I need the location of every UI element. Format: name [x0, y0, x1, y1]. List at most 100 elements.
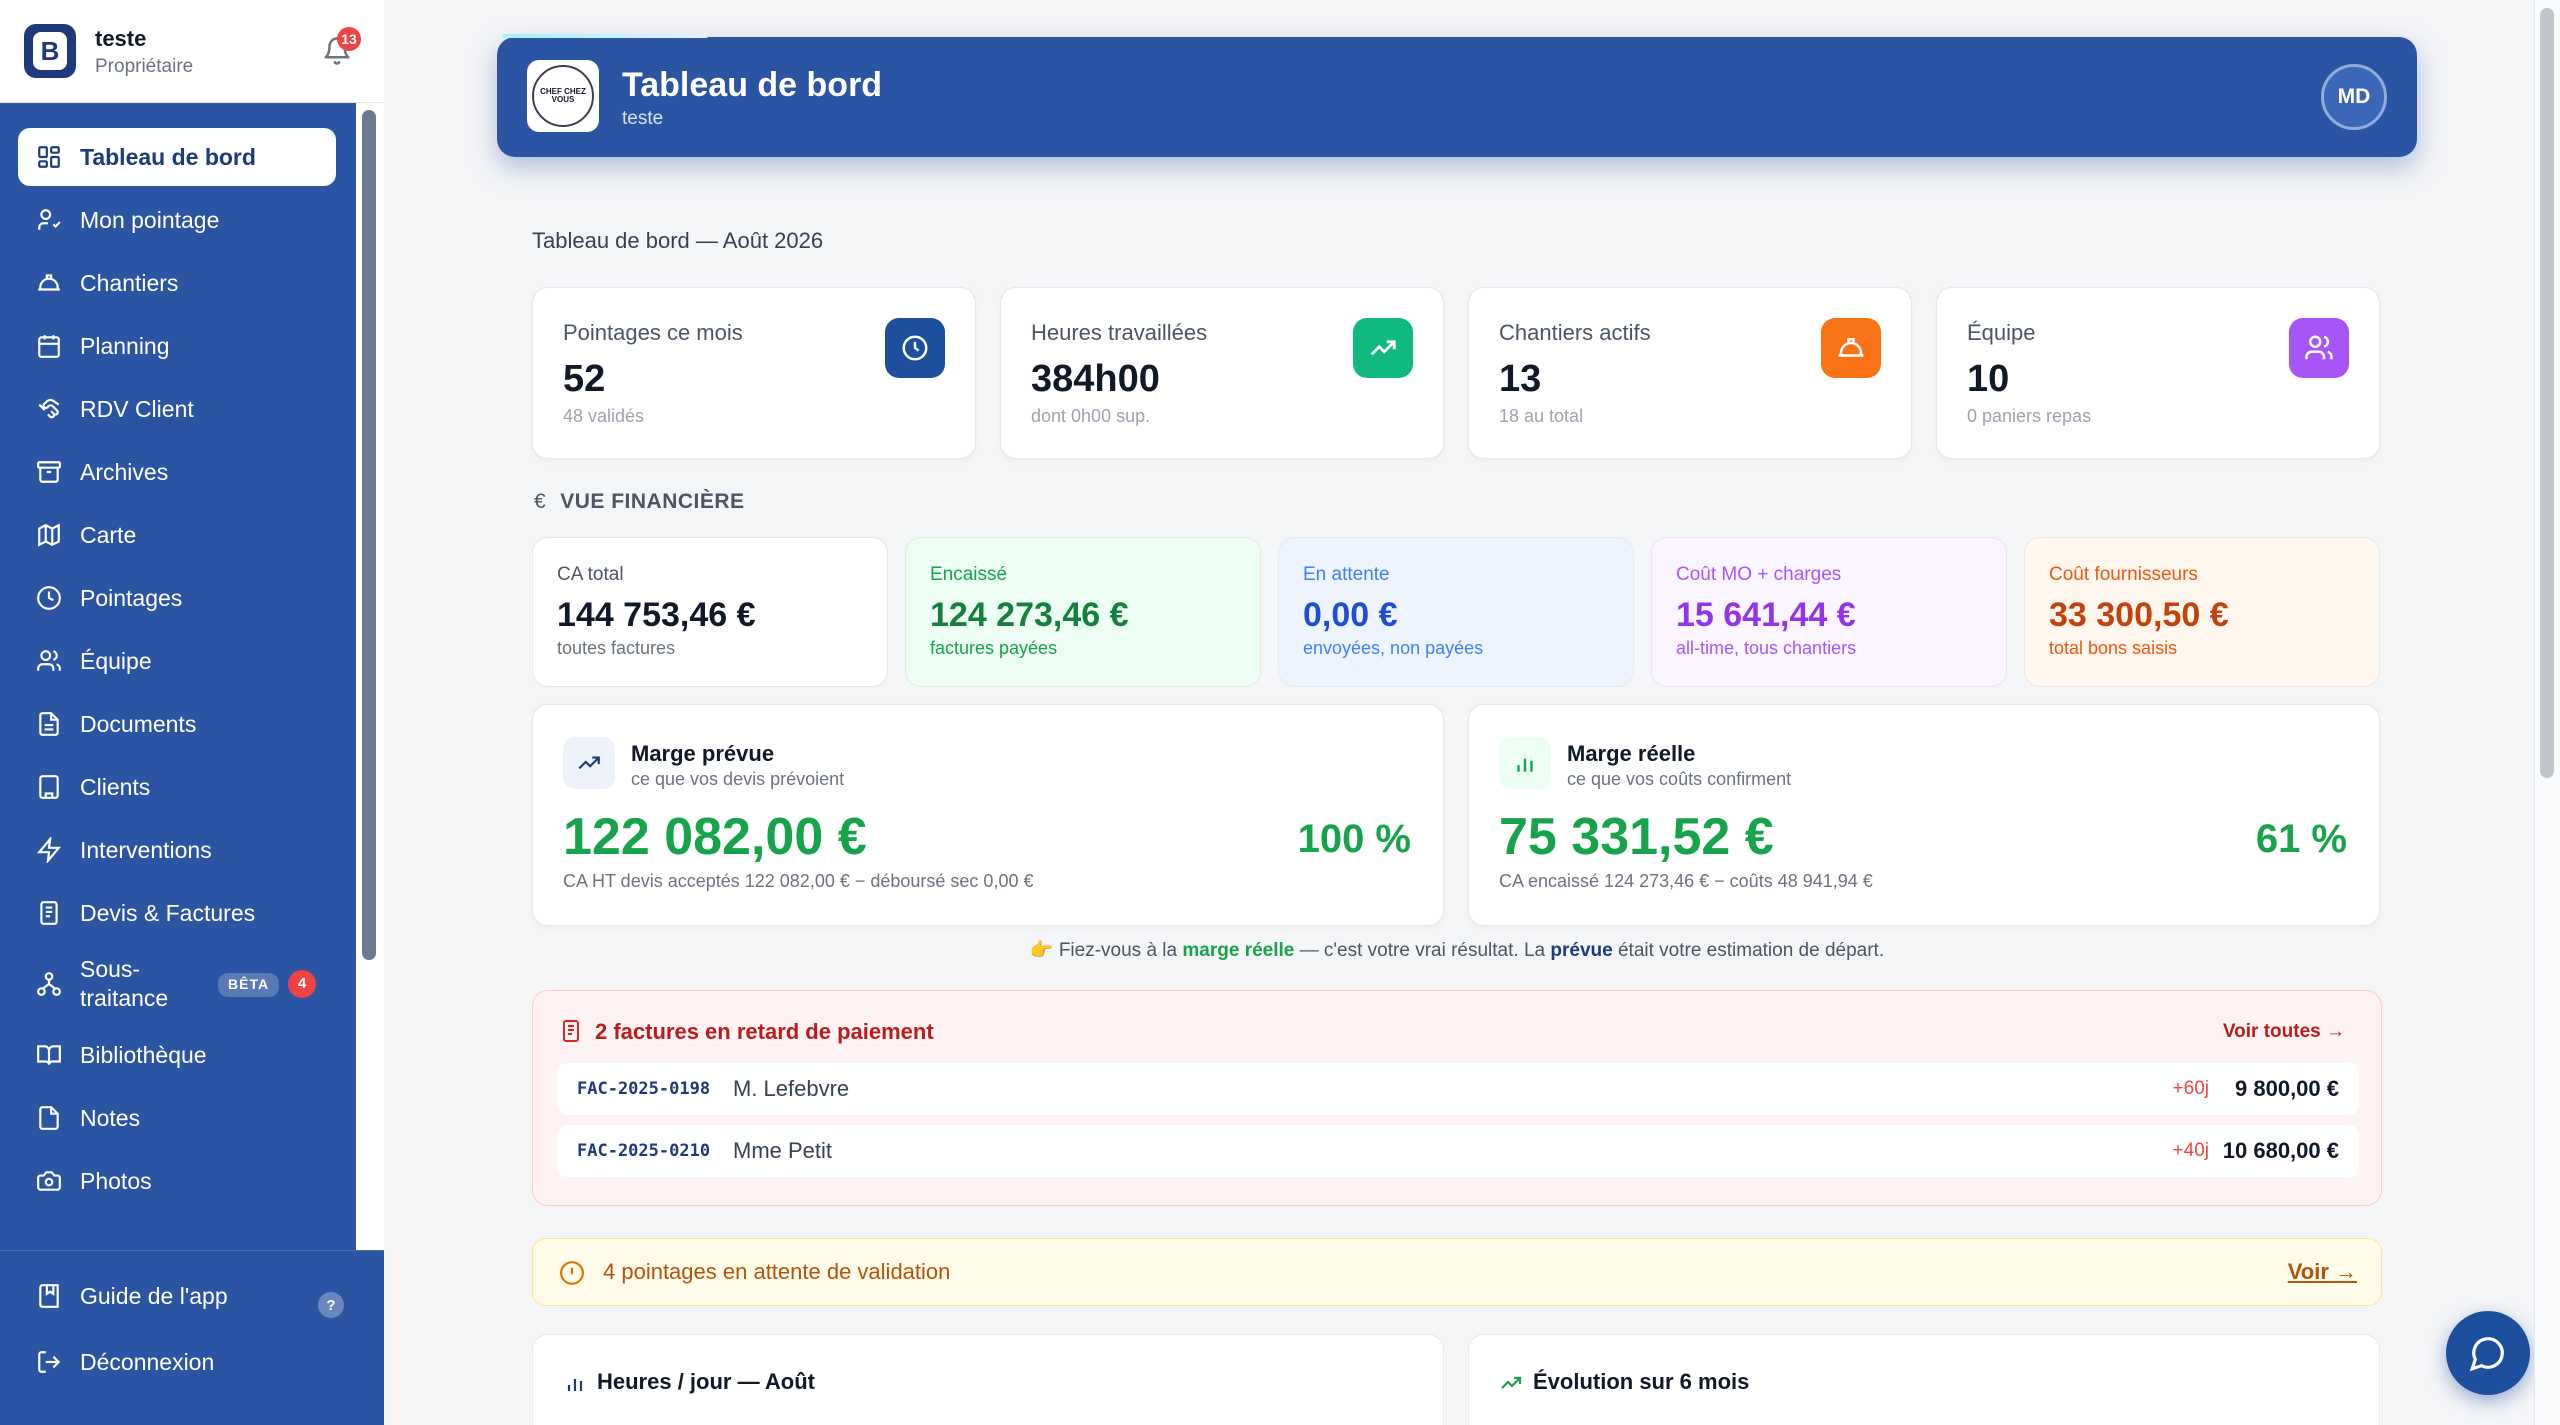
sidebar-item-pointages[interactable]: Pointages: [18, 569, 336, 627]
marge-value: 122 082,00 €: [563, 808, 867, 866]
sidebar-item-label: Archives: [80, 458, 169, 485]
sidebar-item-carte[interactable]: Carte: [18, 506, 336, 564]
hint-text: était votre estimation de départ.: [1617, 940, 1885, 961]
finance-card-sub: all-time, tous chantiers: [1676, 638, 1857, 658]
book-bookmark-icon: [39, 1284, 59, 1308]
sidebar-item-planning[interactable]: Planning: [18, 317, 336, 375]
finance-heading-text: VUE FINANCIÈRE: [560, 490, 745, 513]
sidebar-item-documents[interactable]: Documents: [18, 695, 336, 753]
document-icon: [39, 712, 59, 736]
chat-button[interactable]: [2446, 1311, 2530, 1395]
kpi-sub: dont 0h00 sup.: [1031, 406, 1151, 426]
company-logo-text: CHEF CHEZ VOUS: [532, 65, 594, 127]
pending-text: 4 pointages en attente de validation: [603, 1259, 951, 1284]
logout-icon: [38, 1351, 61, 1373]
page-title: Tableau de bord: [622, 66, 883, 104]
table-row[interactable]: FAC-2025-0198 M. Lefebvre +60j 9 800,00 …: [557, 1063, 2359, 1115]
sidebar-scrollbar[interactable]: [362, 110, 376, 960]
invoice-days-late: +40j: [2172, 1140, 2209, 1161]
sidebar-item-photos[interactable]: Photos: [18, 1152, 336, 1210]
invoice-client: Mme Petit: [733, 1138, 833, 1163]
finance-card-sub: toutes factures: [557, 638, 676, 658]
calendar-icon: [38, 335, 60, 358]
sidebar-item-chantiers[interactable]: Chantiers: [18, 254, 336, 312]
sous-traitance-badge: 4: [288, 970, 316, 998]
hint-text: — c'est votre vrai résultat. La: [1299, 940, 1546, 961]
finance-card: En attente 0,00 € envoyées, non payées: [1278, 537, 1634, 687]
kpi-label: Équipe: [1967, 320, 2036, 345]
marge-sub: ce que vos devis prévoient: [631, 769, 845, 789]
sidebar-item-archives[interactable]: Archives: [18, 443, 336, 501]
bar-chart-icon: [1499, 737, 1551, 789]
kpi-heures[interactable]: Heures travaillées 384h00 dont 0h00 sup.: [1000, 287, 1444, 459]
finance-card-label: Coût MO + charges: [1676, 564, 1842, 585]
sidebar-item-devis-factures[interactable]: Devis & Factures: [18, 884, 336, 942]
marge-sub: ce que vos coûts confirment: [1567, 769, 1792, 789]
user-name: teste: [95, 26, 147, 51]
sidebar-item-notes[interactable]: Notes: [18, 1089, 336, 1147]
finance-card-value: 144 753,46 €: [557, 596, 756, 634]
kpi-pointages[interactable]: Pointages ce mois 52 48 validés: [532, 287, 976, 459]
app-logo[interactable]: B: [24, 24, 76, 78]
see-pending-link[interactable]: Voir →: [2288, 1259, 2357, 1285]
alert-circle-icon: [560, 1261, 584, 1285]
marge-detail: CA HT devis acceptés 122 082,00 € − débo…: [563, 871, 1034, 891]
late-invoices-title: 2 factures en retard de paiement: [595, 1019, 934, 1044]
pending-pointages-banner: 4 pointages en attente de validation Voi…: [532, 1238, 2382, 1306]
sidebar-item-clients[interactable]: Clients: [18, 758, 336, 816]
camera-icon: [37, 1171, 61, 1191]
sidebar-item-sous-traitance[interactable]: Sous- traitance BÊTA 4: [18, 947, 336, 1021]
guide-link[interactable]: Guide de l'app: [18, 1267, 336, 1325]
logout-label: Déconnexion: [80, 1348, 215, 1375]
beta-tag: BÊTA: [218, 973, 280, 997]
kpi-chantiers[interactable]: Chantiers actifs 13 18 au total: [1468, 287, 1912, 459]
page-subtitle: teste: [622, 108, 664, 129]
receipt-icon: [563, 1020, 579, 1042]
sidebar-item-label: Notes: [80, 1104, 141, 1131]
finance-card: Coût MO + charges 15 641,44 € all-time, to…: [1651, 537, 2007, 687]
sidebar-item-label: Bibliothèque: [80, 1041, 207, 1068]
finance-heading: € VUE FINANCIÈRE: [534, 490, 745, 514]
table-row[interactable]: FAC-2025-0210 Mme Petit +40j 10 680,00 €: [557, 1125, 2359, 1177]
marge-hint: 👉 Fiez-vous à la marge réelle — c'est vo…: [532, 938, 2382, 962]
kpi-label: Pointages ce mois: [563, 320, 743, 345]
sidebar-nav: Tableau de bord Mon pointage Chantiers P…: [0, 103, 356, 1250]
helmet-icon: [1821, 318, 1881, 378]
helmet-icon: [38, 274, 60, 291]
marge-pct: 61 %: [2255, 817, 2347, 861]
finance-card-label: Coût fournisseurs: [2049, 564, 2198, 585]
invoice-number: FAC-2025-0210: [577, 1141, 711, 1161]
sidebar-item-label: Mon pointage: [80, 206, 220, 233]
page-scrollbar[interactable]: [2540, 8, 2554, 778]
trend-up-icon: [1501, 1376, 1522, 1389]
see-all-link[interactable]: Voir toutes →: [2223, 1021, 2345, 1043]
invoice-amount: 10 680,00 €: [2222, 1138, 2339, 1163]
sidebar-item-interventions[interactable]: Interventions: [18, 821, 336, 879]
marge-reelle-card: Marge réelle ce que vos coûts confirment…: [1468, 704, 2380, 926]
guide-label: Guide de l'app: [80, 1282, 228, 1309]
bolt-icon: [36, 837, 62, 863]
sidebar-item-rdv-client[interactable]: RDV Client: [18, 380, 336, 438]
pointing-emoji: 👉: [1029, 940, 1054, 961]
euro-icon: €: [534, 490, 547, 513]
trend-up-icon: [563, 737, 615, 789]
avatar[interactable]: MD: [2321, 64, 2387, 130]
sidebar-item-bibliotheque[interactable]: Bibliothèque: [18, 1026, 336, 1084]
company-logo: CHEF CHEZ VOUS: [527, 60, 599, 132]
sidebar-item-dashboard[interactable]: Tableau de bord: [18, 128, 336, 186]
marge-title: Marge réelle: [1567, 741, 1696, 766]
header-accent-line: [502, 34, 708, 38]
sidebar-item-equipe[interactable]: Équipe: [18, 632, 336, 690]
sidebar-item-mon-pointage[interactable]: Mon pointage: [18, 191, 336, 249]
marge-title: Marge prévue: [631, 741, 775, 766]
sidebar-item-label: Documents: [80, 710, 197, 737]
finance-card: Coût fournisseurs 33 300,50 € total bons s…: [2024, 537, 2380, 687]
marge-value: 75 331,52 €: [1499, 808, 1774, 866]
kpi-equipe[interactable]: Équipe 10 0 paniers repas: [1936, 287, 2380, 459]
card-title: Évolution sur 6 mois: [1533, 1369, 1750, 1394]
chat-bubble-icon: [2469, 1337, 2504, 1372]
kpi-sub: 0 paniers repas: [1967, 406, 2092, 426]
logout-link[interactable]: Déconnexion: [18, 1333, 336, 1391]
guide-help-badge: ?: [318, 1292, 344, 1318]
team-icon: [2289, 318, 2349, 378]
